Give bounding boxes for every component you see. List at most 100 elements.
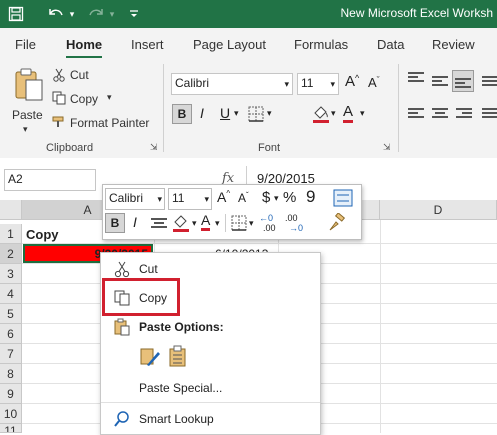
font-size-box[interactable]: 11 ▾: [297, 73, 339, 95]
tab-page-layout[interactable]: Page Layout: [193, 37, 266, 52]
mini-format-painter-icon[interactable]: [327, 213, 347, 233]
underline-dropdown-icon[interactable]: ▾: [234, 108, 239, 119]
paste-button[interactable]: Paste ▾: [10, 66, 46, 136]
paste-dropdown-icon[interactable]: ▾: [23, 124, 28, 135]
mini-font-name-dropdown-icon[interactable]: ▾: [157, 190, 162, 208]
paste-label: Paste: [12, 108, 43, 122]
row-header-9[interactable]: 9: [0, 384, 22, 404]
row-header-7[interactable]: 7: [0, 344, 22, 364]
tab-formulas[interactable]: Formulas: [294, 37, 348, 52]
tab-insert[interactable]: Insert: [131, 37, 164, 52]
font-size-dropdown-icon[interactable]: ▾: [330, 75, 335, 93]
mini-increase-decimal-arrow-icon: ←0: [259, 213, 274, 223]
borders-icon[interactable]: [248, 106, 264, 122]
tab-review[interactable]: Review: [432, 37, 475, 52]
mini-borders-dropdown-icon[interactable]: ▾: [249, 218, 254, 229]
row-header-1[interactable]: 1: [0, 224, 22, 244]
mini-font-name-box[interactable]: Calibri ▾: [105, 188, 165, 210]
mini-italic-button[interactable]: I: [133, 214, 137, 230]
indent-icon[interactable]: [482, 108, 497, 120]
mini-wrap-text-icon[interactable]: [333, 189, 353, 207]
italic-button[interactable]: I: [200, 105, 204, 121]
font-name-box[interactable]: Calibri ▾: [171, 73, 293, 95]
menu-item-paste-special[interactable]: Paste Special...: [101, 376, 320, 400]
mini-font-color-button[interactable]: A: [201, 213, 211, 231]
cut-button[interactable]: Cut: [70, 68, 89, 82]
copy-dropdown-icon[interactable]: ▾: [107, 92, 112, 103]
mini-font-size-dropdown-icon[interactable]: ▾: [204, 190, 209, 208]
align-center-icon[interactable]: [432, 108, 448, 120]
undo-icon[interactable]: [46, 4, 66, 24]
undo-dropdown-icon[interactable]: ▾: [66, 4, 78, 24]
font-color-dropdown-icon[interactable]: ▾: [360, 108, 365, 119]
borders-dropdown-icon[interactable]: ▾: [267, 108, 272, 119]
mini-decrease-decimal-arrow-icon: →0: [289, 223, 304, 233]
mini-decrease-decimal-button[interactable]: .00 →0: [285, 213, 309, 235]
mini-center-icon[interactable]: [151, 218, 167, 230]
mini-comma-button[interactable]: 9: [306, 187, 315, 207]
row-header-11[interactable]: 11: [0, 424, 22, 433]
font-launcher-icon[interactable]: ⇲: [383, 142, 391, 153]
align-left-icon[interactable]: [408, 108, 424, 120]
paste-icon: [114, 318, 130, 336]
mini-decrease-decimal-label: .00: [285, 213, 298, 223]
increase-font-size-icon[interactable]: A^: [345, 73, 359, 90]
mini-increase-decimal-button[interactable]: ←0 .00: [259, 213, 283, 235]
mini-font-size: 11: [172, 191, 185, 205]
mini-fill-color-icon[interactable]: [171, 213, 191, 233]
paste-values-icon[interactable]: [167, 345, 189, 367]
mini-decrease-font-icon[interactable]: Aˇ: [238, 191, 249, 205]
mini-font-color-dropdown-icon[interactable]: ▾: [215, 218, 220, 229]
menu-item-smart-lookup-label: Smart Lookup: [139, 412, 214, 426]
fill-color-icon[interactable]: [311, 104, 331, 124]
row-header-5[interactable]: 5: [0, 304, 22, 324]
menu-item-smart-lookup[interactable]: Smart Lookup: [101, 407, 320, 431]
row-header-8[interactable]: 8: [0, 364, 22, 384]
mini-font-size-box[interactable]: 11 ▾: [168, 188, 212, 210]
select-all-corner[interactable]: [0, 200, 22, 220]
fill-color-dropdown-icon[interactable]: ▾: [331, 108, 336, 119]
font-name-dropdown-icon[interactable]: ▾: [284, 75, 289, 93]
clipboard-launcher-icon[interactable]: ⇲: [150, 142, 158, 153]
bold-button[interactable]: B: [172, 104, 192, 124]
mini-currency-button[interactable]: $: [262, 189, 270, 206]
align-top-icon[interactable]: [408, 72, 424, 84]
cell-a1[interactable]: Copy: [26, 227, 59, 242]
mini-fill-color-dropdown-icon[interactable]: ▾: [192, 218, 197, 229]
align-middle-icon[interactable]: [432, 76, 448, 88]
mini-currency-dropdown-icon[interactable]: ▾: [274, 193, 279, 204]
group-separator: [163, 64, 164, 152]
align-bottom-button[interactable]: [452, 70, 474, 92]
redo-icon[interactable]: [86, 4, 106, 24]
underline-button[interactable]: U: [220, 105, 230, 121]
column-header-d[interactable]: D: [380, 200, 497, 220]
title-bar: ▾ ▾ New Microsoft Excel Worksh: [0, 0, 497, 28]
font-group-label: Font: [258, 142, 281, 154]
menu-item-paste-options: Paste Options:: [101, 315, 320, 339]
mini-bold-button[interactable]: B: [105, 213, 125, 233]
row-header-3[interactable]: 3: [0, 264, 22, 284]
mini-font-name: Calibri: [109, 191, 144, 205]
copy-button[interactable]: Copy: [70, 92, 98, 106]
row-header-10[interactable]: 10: [0, 404, 22, 424]
row-header-4[interactable]: 4: [0, 284, 22, 304]
save-icon[interactable]: [6, 4, 26, 24]
tab-data[interactable]: Data: [377, 37, 404, 52]
paste-formatting-icon[interactable]: [139, 345, 161, 367]
font-color-icon[interactable]: A: [343, 104, 354, 123]
decrease-font-size-icon[interactable]: Aˇ: [368, 75, 380, 90]
customize-quick-access-icon[interactable]: [124, 4, 144, 24]
mini-percent-button[interactable]: %: [283, 189, 296, 206]
row-header-2[interactable]: 2: [0, 244, 22, 264]
name-box[interactable]: A2: [4, 169, 96, 191]
format-painter-button[interactable]: Format Painter: [70, 116, 149, 130]
redo-dropdown-icon[interactable]: ▾: [106, 4, 118, 24]
name-box-value: A2: [8, 172, 23, 186]
mini-borders-icon[interactable]: [231, 215, 247, 231]
tab-home[interactable]: Home: [66, 37, 103, 59]
row-header-6[interactable]: 6: [0, 324, 22, 344]
mini-increase-font-icon[interactable]: A^: [217, 189, 230, 205]
wrap-icon[interactable]: [482, 76, 497, 88]
align-right-icon[interactable]: [456, 108, 472, 120]
tab-file[interactable]: File: [15, 37, 36, 52]
